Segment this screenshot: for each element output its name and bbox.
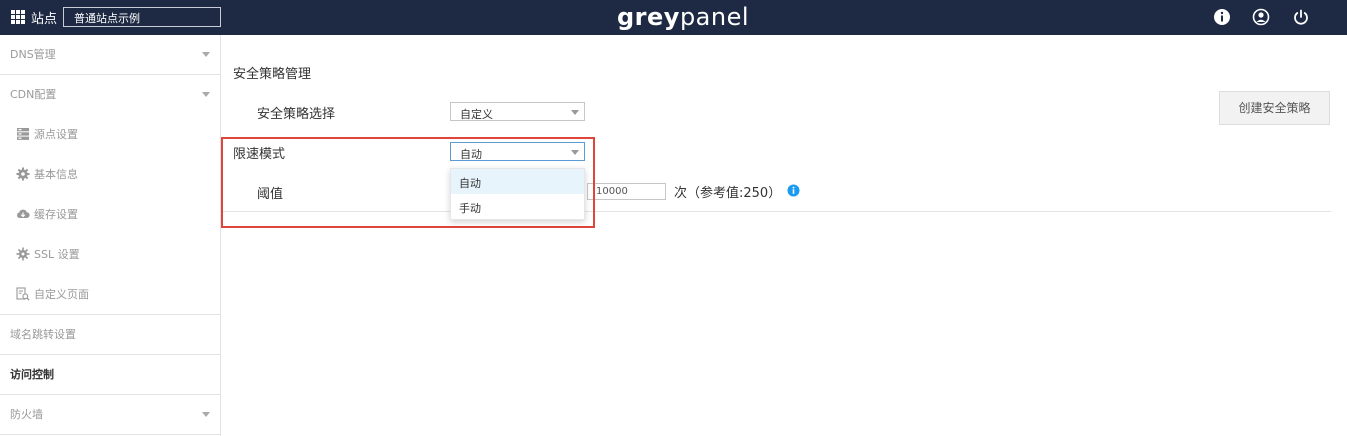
sidebar-item-label: 缓存设置 [34,208,78,221]
info-icon[interactable] [787,184,800,197]
sidebar-item-label: DNS管理 [10,48,56,61]
sidebar-item-label: SSL 设置 [34,248,80,261]
rate-mode-dropdown: 自动 手动 [450,168,585,220]
sidebar-item-basic-info[interactable]: 基本信息 [0,155,220,195]
server-icon [16,127,30,141]
info-icon[interactable] [1213,8,1231,26]
sidebar-item-label: 域名跳转设置 [10,328,76,341]
sidebar-item-domain-redirect[interactable]: 域名跳转设置 [0,315,220,355]
user-icon[interactable] [1252,8,1270,26]
policy-select[interactable]: 自定义 [450,102,585,121]
sidebar-item-origin[interactable]: 源点设置 [0,115,220,155]
chevron-down-icon [202,92,210,97]
sidebar-item-label: CDN配置 [10,88,57,101]
sidebar-item-cache[interactable]: 缓存设置 [0,195,220,235]
chevron-down-icon [202,52,210,57]
chevron-down-icon [571,110,579,115]
create-policy-button[interactable]: 创建安全策略 [1219,91,1330,125]
sidebar-item-cdn[interactable]: CDN配置 [0,75,220,115]
site-select[interactable]: 普通站点示例 [63,7,221,27]
sidebar-item-dns[interactable]: DNS管理 [0,35,220,75]
sidebar-item-custom-page[interactable]: 自定义页面 [0,275,220,315]
brand-part1: grey [617,3,680,31]
page-search-icon [16,287,30,301]
apps-grid-icon[interactable] [11,10,25,24]
sidebar-item-label: 防火墙 [10,408,43,421]
site-label: 站点 [31,12,58,27]
sidebar-item-firewall[interactable]: 防火墙 [0,395,220,435]
sidebar-item-access-control[interactable]: 访问控制 [0,355,220,395]
sidebar-item-ssl[interactable]: SSL 设置 [0,235,220,275]
cog-icon [16,247,30,261]
policy-label: 安全策略选择 [257,107,336,122]
sidebar-item-label: 自定义页面 [34,288,89,301]
brand-part2: panel [679,3,750,31]
threshold-input[interactable]: 10000 [587,183,666,200]
top-bar: 站点 普通站点示例 greypanel [0,0,1347,35]
sidebar-item-label: 基本信息 [34,168,78,181]
threshold-hint: 次（参考值:250） [674,186,782,201]
dropdown-option-auto[interactable]: 自动 [451,169,584,194]
sidebar: DNS管理 CDN配置 源点设置 基本信息 缓存设置 SSL 设置 自定义页面 [0,35,221,436]
brand-logo: greypanel [617,3,749,31]
sidebar-item-label: 源点设置 [34,128,78,141]
sidebar-item-label: 访问控制 [10,368,54,381]
power-icon[interactable] [1292,8,1310,26]
policy-select-value: 自定义 [460,108,493,121]
chevron-down-icon [202,412,210,417]
section-title: 安全策略管理 [233,67,312,82]
cloud-download-icon [16,207,30,221]
gear-icon [16,167,30,181]
dropdown-option-manual[interactable]: 手动 [451,194,584,219]
